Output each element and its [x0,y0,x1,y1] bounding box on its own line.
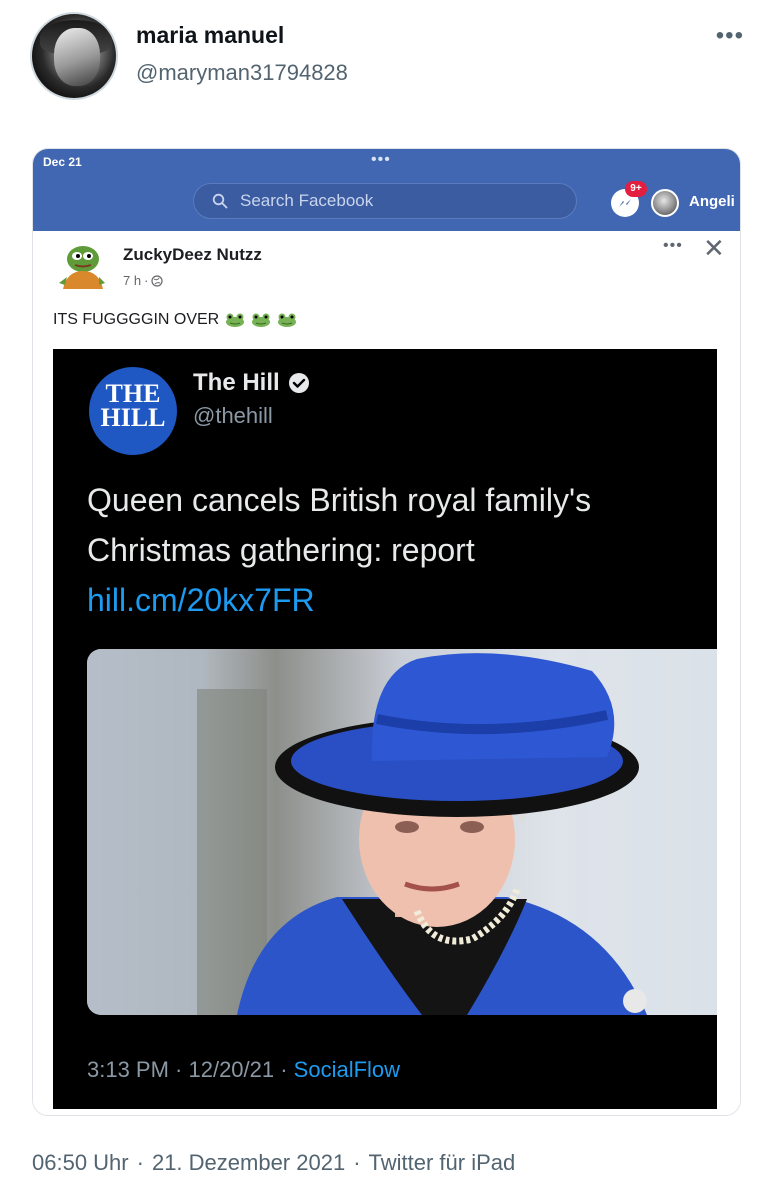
verified-badge-icon [288,373,309,393]
globe-icon [151,274,164,287]
shared-tweet-body: Queen cancels British royal family's Chr… [87,482,592,568]
avatar-face [54,28,100,86]
notification-badge: 9+ [625,181,647,197]
shared-tweet-footer: 3:13 PM · 12/20/21 · SocialFlow [87,1057,400,1083]
queen-photo [87,649,717,1015]
close-icon[interactable]: ✕ [703,235,725,261]
profile-name[interactable]: Angeli [689,193,735,210]
user-handle[interactable]: @maryman31794828 [136,60,348,86]
shared-tweet-author: The Hill [193,369,310,397]
tweet-time[interactable]: 06:50 Uhr [32,1150,129,1176]
queen-illustration [87,649,717,1015]
search-icon [212,193,228,209]
profile-avatar[interactable] [651,189,679,217]
shared-tweet-timestamp: 3:13 PM · 12/20/21 · [87,1057,294,1082]
post-meta-separator: · [144,273,149,288]
frog-emoji-icon [252,313,271,327]
tweet-client[interactable]: Twitter für iPad [369,1150,516,1176]
the-hill-logo: THE HILL [89,367,177,455]
tweet-header: maria manuel @maryman31794828 ••• [30,12,750,102]
shared-tweet-source: SocialFlow [293,1057,401,1082]
logo-line-2: HILL [100,403,166,432]
shared-tweet-author-name: The Hill [193,369,280,396]
facebook-post: ZuckyDeez Nutzz 7 h · ••• ✕ ITS FUGGGGIN… [33,231,740,1115]
shared-tweet-link: hill.cm/20kx7FR [87,582,315,618]
user-avatar[interactable] [30,12,118,100]
shared-tweet-image[interactable]: THE HILL The Hill @thehill Queen cancels… [53,349,717,1109]
frog-emoji-icon [226,313,245,327]
footer-separator: · [136,1150,144,1175]
facebook-top-bar: Dec 21 ••• 9+ Angeli [33,149,740,231]
post-text: ITS FUGGGGIN OVER [53,311,297,329]
more-options-icon[interactable]: ••• [716,22,744,50]
tweet-date[interactable]: 21. Dezember 2021 [152,1150,345,1176]
post-text-content: ITS FUGGGGIN OVER [53,311,220,328]
status-dots: ••• [371,151,391,168]
post-meta: 7 h · [123,273,164,288]
facebook-search-bar[interactable] [193,183,577,219]
post-more-options-icon[interactable]: ••• [663,237,683,255]
footer-separator: · [353,1150,361,1175]
frog-emoji-icon [278,313,297,327]
shared-tweet-handle: @thehill [193,403,273,428]
shared-tweet-text: Queen cancels British royal family's Chr… [87,475,697,625]
tweet-footer: 06:50 Uhr · 21. Dezember 2021 · Twitter … [32,1150,515,1176]
post-time[interactable]: 7 h [123,273,141,288]
search-input[interactable] [240,191,540,211]
pepe-avatar[interactable] [53,237,109,293]
embedded-screenshot[interactable]: Dec 21 ••• 9+ Angeli [32,148,741,1116]
post-author[interactable]: ZuckyDeez Nutzz [123,245,262,265]
status-date: Dec 21 [43,155,82,169]
display-name[interactable]: maria manuel [136,22,284,49]
